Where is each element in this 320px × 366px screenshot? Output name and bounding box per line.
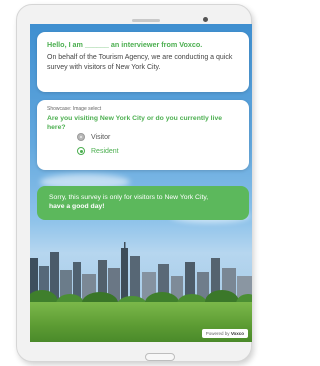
option-resident-label: Resident [91, 147, 119, 155]
survey-screen: Hello, I am ______ an interviewer from V… [30, 24, 252, 342]
powered-prefix: Powered by [205, 331, 230, 336]
closing-line-2: have a good day! [49, 203, 105, 210]
option-resident[interactable]: Resident [77, 147, 119, 155]
question-text: Are you visiting New York City or do you… [47, 115, 222, 131]
option-visitor-label: Visitor [91, 133, 111, 141]
question-card: Showcase: Image select Are you visiting … [37, 100, 249, 170]
intro-body: On behalf of the Tourism Agency, we are … [47, 54, 233, 71]
closing-line-1: Sorry, this survey is only for visitors … [49, 194, 209, 201]
tablet-speaker [132, 19, 160, 22]
powered-by-badge[interactable]: Powered by Voxco [201, 329, 248, 338]
question-showcase-label: Showcase: Image select [47, 106, 102, 112]
intro-card: Hello, I am ______ an interviewer from V… [37, 32, 249, 92]
closing-message: Sorry, this survey is only for visitors … [37, 186, 249, 220]
radio-unselected-icon[interactable] [77, 133, 85, 141]
powered-brand: Voxco [230, 331, 244, 336]
home-button[interactable] [145, 353, 175, 361]
option-visitor[interactable]: Visitor [77, 133, 110, 141]
intro-title: Hello, I am ______ an interviewer from V… [47, 40, 203, 49]
tablet-camera [203, 17, 208, 22]
radio-selected-icon[interactable] [77, 147, 85, 155]
